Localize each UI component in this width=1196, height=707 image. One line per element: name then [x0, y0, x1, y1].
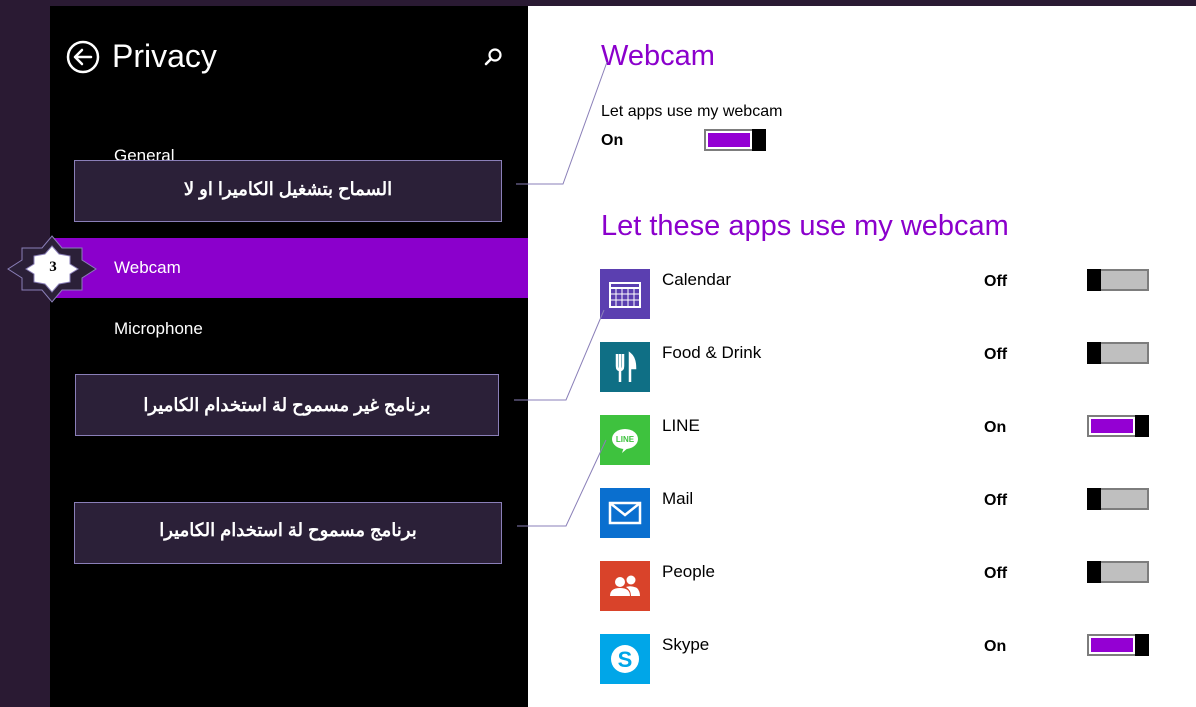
food-drink-webcam-toggle[interactable] — [1087, 342, 1149, 364]
line-webcam-toggle[interactable] — [1087, 415, 1149, 437]
annotation-callout-webcam-toggle: السماح بتشغيل الكاميرا او لا — [74, 160, 502, 222]
toggle-thumb — [1087, 561, 1101, 583]
toggle-thumb — [1135, 634, 1149, 656]
app-name: LINE — [662, 416, 700, 435]
settings-pane: Privacy General Webcam Microphone — [50, 6, 528, 707]
app-state: Off — [984, 273, 1008, 290]
app-name: Mail — [662, 489, 694, 508]
people-icon — [600, 561, 650, 611]
annotation-callout-app-allowed: برنامج مسموح لة استخدام الكاميرا — [74, 502, 502, 564]
app-state: Off — [984, 346, 1008, 363]
toggle-fill — [1091, 638, 1133, 652]
master-toggle-state: On — [601, 132, 624, 149]
master-webcam-toggle[interactable] — [704, 129, 766, 151]
app-name: Skype — [662, 635, 710, 654]
mail-icon — [600, 488, 650, 538]
step-badge-number: 3 — [49, 259, 57, 275]
nav-item-label: Microphone — [114, 319, 203, 338]
nav-item-label: Webcam — [114, 258, 181, 277]
app-row-food-drink: Food & Drink Off — [600, 342, 1160, 392]
search-icon[interactable] — [482, 46, 504, 68]
pane-title: Privacy — [112, 38, 217, 74]
back-arrow-icon[interactable] — [66, 40, 100, 74]
app-state: Off — [984, 565, 1008, 582]
toggle-thumb — [1087, 269, 1101, 291]
webcam-section-title: Webcam — [601, 40, 715, 72]
app-name: Food & Drink — [662, 343, 762, 362]
people-webcam-toggle[interactable] — [1087, 561, 1149, 583]
app-state: On — [984, 638, 1007, 655]
apps-section-title: Let these apps use my webcam — [601, 210, 1009, 242]
app-row-people: People Off — [600, 561, 1160, 611]
svg-text:LINE: LINE — [616, 435, 635, 444]
toggle-fill — [1103, 346, 1147, 360]
svg-text:S: S — [618, 647, 633, 672]
app-name: Calendar — [662, 270, 731, 289]
app-row-line: LINE LINE On — [600, 415, 1160, 465]
annotation-callout-app-denied: برنامج غير مسموح لة استخدام الكاميرا — [75, 374, 499, 436]
toggle-fill — [1103, 273, 1147, 287]
line-icon: LINE — [600, 415, 650, 465]
app-row-calendar: Calendar Off — [600, 269, 1160, 319]
nav-item-microphone[interactable]: Microphone — [50, 299, 528, 359]
toggle-fill — [1103, 565, 1147, 579]
app-state: Off — [984, 492, 1008, 509]
app-state: On — [984, 419, 1007, 436]
food-drink-icon — [600, 342, 650, 392]
toggle-thumb — [1087, 488, 1101, 510]
app-row-mail: Mail Off — [600, 488, 1160, 538]
master-toggle-label: Let apps use my webcam — [601, 103, 783, 120]
nav-item-webcam[interactable]: Webcam — [50, 238, 528, 298]
skype-webcam-toggle[interactable] — [1087, 634, 1149, 656]
toggle-fill — [708, 133, 750, 147]
mail-webcam-toggle[interactable] — [1087, 488, 1149, 510]
calendar-webcam-toggle[interactable] — [1087, 269, 1149, 291]
app-row-skype: S Skype On — [600, 634, 1160, 684]
app-name: People — [662, 562, 715, 581]
toggle-fill — [1091, 419, 1133, 433]
calendar-icon — [600, 269, 650, 319]
toggle-thumb — [1135, 415, 1149, 437]
toggle-thumb — [752, 129, 766, 151]
skype-icon: S — [600, 634, 650, 684]
toggle-thumb — [1087, 342, 1101, 364]
toggle-fill — [1103, 492, 1147, 506]
left-strip — [0, 0, 50, 707]
